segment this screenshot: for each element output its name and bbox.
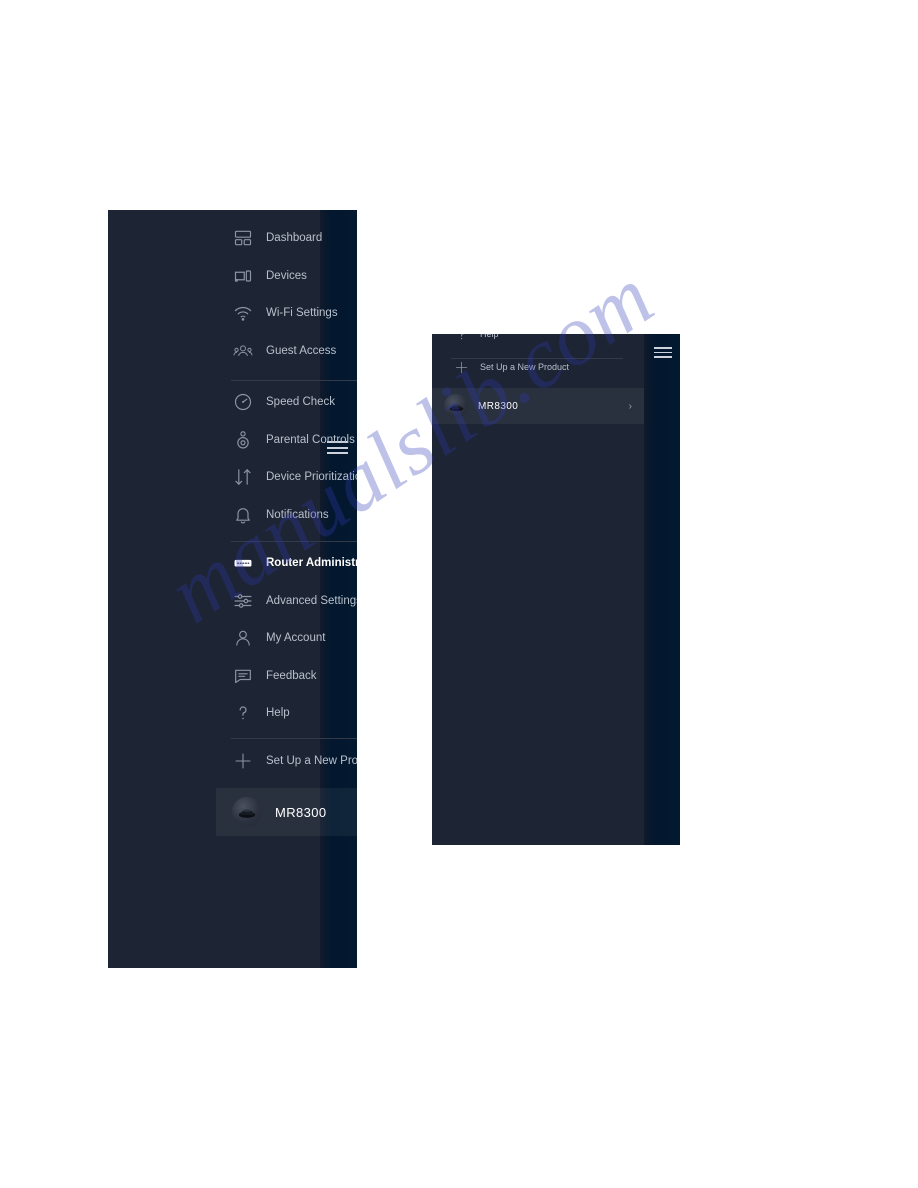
- device-row[interactable]: MR8300 ›: [432, 388, 644, 424]
- advanced-settings-icon: [230, 591, 256, 611]
- sidebar-item-label: Device Prioritization: [266, 471, 357, 483]
- sidebar-divider: [451, 358, 623, 359]
- sidebar-item-label: Devices: [266, 269, 307, 282]
- sidebar-divider: [231, 541, 357, 542]
- chevron-right-icon[interactable]: ›: [629, 401, 632, 412]
- sidebar-divider: [231, 380, 357, 381]
- sidebar-item-advanced-settings[interactable]: Advanced Settings: [108, 586, 357, 616]
- hamburger-bar: [327, 446, 348, 449]
- sidebar-item-devices[interactable]: Devices: [108, 261, 320, 291]
- guest-access-icon: [230, 341, 256, 361]
- plus-icon: [450, 360, 472, 375]
- sidebar-edge-strip: [644, 334, 680, 845]
- device-name: MR8300: [478, 400, 519, 412]
- sidebar-item-label: Speed Check: [266, 396, 336, 408]
- sidebar-item-label: Router Administration: [266, 557, 357, 569]
- sidebar-item-set-up-a-new-product[interactable]: Set Up a New Product: [432, 356, 644, 378]
- router-thumbnail-icon: [232, 797, 262, 827]
- device-prioritization-icon: [230, 467, 256, 487]
- sidebar-item-device-prioritization[interactable]: Device Prioritization: [108, 462, 357, 492]
- hamburger-bar: [654, 356, 672, 358]
- sidebar-item-feedback[interactable]: Feedback: [108, 661, 320, 691]
- sidebar-item-label: Set Up a New Product: [266, 755, 357, 767]
- sidebar-item-dashboard[interactable]: Dashboard: [108, 223, 323, 253]
- sidebar-item-help[interactable]: Help: [108, 698, 320, 728]
- hamburger-bar: [654, 351, 672, 354]
- my-account-icon: [230, 628, 256, 648]
- sidebar-item-router-administration[interactable]: Router Administration: [108, 548, 357, 578]
- device-name: MR8300: [275, 804, 327, 820]
- sidebar-item-label: Advanced Settings: [266, 594, 357, 607]
- sidebar-item-help[interactable]: Help: [432, 334, 644, 345]
- sidebar-item-parental-controls[interactable]: Parental Controls: [108, 425, 355, 455]
- hamburger-menu-icon[interactable]: [654, 347, 672, 358]
- sidebar-panel-large: Dashboard Devices Wi-Fi Settings Guest A…: [108, 210, 357, 968]
- feedback-icon: [230, 666, 256, 686]
- speed-check-icon: [230, 392, 256, 412]
- sidebar-item-label: Wi-Fi Settings: [266, 307, 338, 319]
- sidebar-item-set-up-a-new-product[interactable]: Set Up a New Product: [108, 746, 357, 776]
- parental-controls-icon: [230, 430, 256, 450]
- sidebar-item-label: Set Up a New Product: [480, 362, 570, 372]
- sidebar-item-label: Help: [480, 334, 499, 340]
- plus-icon: [230, 751, 256, 771]
- sidebar-item-label: My Account: [266, 632, 326, 644]
- sidebar-item-wi-fi-settings[interactable]: Wi-Fi Settings: [108, 298, 338, 328]
- sidebar-item-label: Feedback: [266, 669, 317, 682]
- router-administration-icon: [230, 553, 256, 573]
- sidebar-item-label: Parental Controls: [266, 433, 355, 446]
- devices-icon: [230, 266, 256, 286]
- hamburger-bar: [654, 347, 672, 349]
- sidebar-item-speed-check[interactable]: Speed Check: [108, 387, 335, 417]
- wifi-icon: [230, 303, 256, 323]
- router-thumbnail-icon: [444, 394, 468, 418]
- sidebar-item-label: Guest Access: [266, 344, 337, 357]
- sidebar-item-guest-access[interactable]: Guest Access: [108, 336, 336, 366]
- help-icon: [230, 703, 256, 723]
- hamburger-bar: [327, 452, 348, 454]
- sidebar-item-label: Dashboard: [266, 232, 323, 244]
- sidebar-item-notifications[interactable]: Notifications: [108, 500, 329, 530]
- sidebar-item-label: Help: [266, 707, 290, 719]
- sidebar-divider: [231, 738, 357, 739]
- sidebar-item-my-account[interactable]: My Account: [108, 623, 325, 653]
- sidebar-panel-small: Dashboard Devices Wi-Fi Settings Guest A…: [432, 334, 680, 845]
- dashboard-icon: [230, 228, 256, 248]
- sidebar-item-label: Notifications: [266, 508, 329, 521]
- help-icon: [450, 334, 472, 342]
- notifications-bell-icon: [230, 505, 256, 525]
- device-row[interactable]: MR8300›: [216, 788, 357, 836]
- sidebar-edge-strip: [320, 210, 357, 968]
